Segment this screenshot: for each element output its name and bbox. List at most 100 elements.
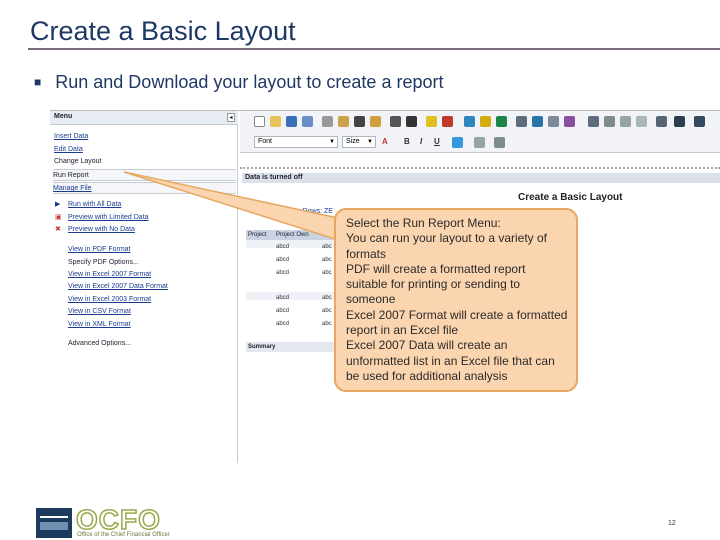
editor-toolbar: Font ▼ Size ▼ A B I U: [240, 111, 720, 153]
collapse-menu-icon[interactable]: ◂: [227, 113, 235, 122]
save-as-icon[interactable]: [302, 116, 313, 127]
font-select-value: Font: [258, 138, 273, 145]
chevron-down-icon: ▼: [367, 139, 373, 145]
preview-limited-data-link[interactable]: ▣ Preview with Limited Data: [55, 212, 248, 224]
menu-item-manage-file[interactable]: Manage File: [53, 182, 236, 194]
format-mask-icon[interactable]: [474, 137, 485, 148]
align-center-icon[interactable]: [604, 116, 615, 127]
table-cell: abc: [322, 270, 332, 276]
cut-icon[interactable]: [322, 116, 333, 127]
bullet-square-icon: ■: [34, 75, 42, 89]
table-cell: abcd: [276, 321, 290, 327]
run-all-data-link[interactable]: ▶ Run with All Data: [55, 199, 248, 211]
callout-line: Excel 2007 Data will create an unformatt…: [346, 338, 555, 383]
table-cell: abcd: [276, 270, 290, 276]
delete-icon[interactable]: [354, 116, 365, 127]
table-cell: abc: [322, 244, 332, 250]
ocfo-seal-logo: [36, 508, 72, 538]
callout-box: Select the Run Report Menu: You can run …: [334, 208, 578, 392]
sum-icon[interactable]: [480, 116, 491, 127]
ocfo-logo-subtitle: Office of the Chief Financial Officer: [77, 532, 170, 538]
table-cell: abc: [322, 321, 332, 327]
slide-title: Create a Basic Layout: [30, 16, 296, 46]
fill-color-icon[interactable]: [452, 137, 463, 148]
preview-limited-label: Preview with Limited Data: [68, 214, 149, 221]
properties-icon[interactable]: [674, 116, 685, 127]
undo-icon[interactable]: [370, 116, 381, 127]
preview-none-icon: ✖: [55, 226, 61, 233]
toolbar-row-main: [254, 116, 720, 130]
grid-icon[interactable]: [516, 116, 527, 127]
insert-table-icon[interactable]: [694, 116, 705, 127]
run-all-data-label: Run with All Data: [68, 201, 122, 208]
conditional-format-icon[interactable]: [494, 137, 505, 148]
menu-item-run-report[interactable]: Run Report: [53, 169, 236, 181]
redo-icon[interactable]: [390, 116, 401, 127]
group-icon[interactable]: [464, 116, 475, 127]
new-icon[interactable]: [254, 116, 265, 127]
size-select[interactable]: Size ▼: [342, 136, 376, 148]
preview-no-data-label: Preview with No Data: [68, 226, 135, 233]
callout-line: Excel 2007 Format will create a formatte…: [346, 307, 568, 338]
view-xml-link[interactable]: View in XML Format: [68, 319, 248, 331]
table-cell: abcd: [276, 295, 290, 301]
bullet-text: Run and Download your layout to create a…: [55, 72, 444, 92]
column-header: Project Own: [276, 232, 309, 238]
page-icon[interactable]: [564, 116, 575, 127]
toolbar-row-format: Font ▼ Size ▼ A B I U: [254, 136, 720, 150]
view-excel-2007-data-link[interactable]: View in Excel 2007 Data Format: [68, 281, 248, 293]
border-icon[interactable]: [656, 116, 667, 127]
layout-icon[interactable]: [548, 116, 559, 127]
menu-item-edit-data[interactable]: Edit Data: [54, 144, 234, 156]
filter-icon[interactable]: [426, 116, 437, 127]
suppression-text: Suppression on Rows: ZE: [252, 208, 333, 215]
table-cell: abcd: [276, 257, 290, 263]
italic-icon[interactable]: I: [420, 137, 422, 146]
preview-no-data-link[interactable]: ✖ Preview with No Data: [55, 224, 248, 236]
page-number: 12: [668, 520, 676, 527]
font-select[interactable]: Font ▼: [254, 136, 338, 148]
bold-icon[interactable]: B: [404, 137, 410, 146]
title-divider: [28, 48, 720, 50]
view-csv-link[interactable]: View in CSV Format: [68, 306, 248, 318]
chevron-down-icon: ▼: [329, 139, 335, 145]
open-icon[interactable]: [270, 116, 281, 127]
callout-line: Select the Run Report Menu:: [346, 216, 501, 230]
menu-panel: Menu ◂ Insert Data Edit Data Change Layo…: [50, 111, 238, 463]
table-header: Project Project Own: [246, 230, 336, 240]
bullet-point: ■ Run and Download your layout to create …: [34, 72, 443, 93]
column-header: Project: [248, 232, 267, 238]
size-select-value: Size: [346, 138, 360, 145]
table-cell: abcd: [276, 244, 290, 250]
menu-item-change-layout[interactable]: Change Layout: [54, 156, 234, 168]
view-excel-2007-link[interactable]: View in Excel 2007 Format: [68, 269, 248, 281]
advanced-options-link[interactable]: Advanced Options...: [68, 338, 248, 350]
distribute-icon[interactable]: [636, 116, 647, 127]
paste-icon[interactable]: [338, 116, 349, 127]
view-excel-2003-link[interactable]: View in Excel 2003 Format: [68, 294, 248, 306]
pivot-icon[interactable]: [532, 116, 543, 127]
align-left-icon[interactable]: [588, 116, 599, 127]
align-right-icon[interactable]: [620, 116, 631, 127]
table-cell: abc: [322, 308, 332, 314]
table-summary-row: Summary: [246, 342, 336, 352]
table-cell: abc: [322, 257, 332, 263]
forward-icon[interactable]: [406, 116, 417, 127]
underline-icon[interactable]: U: [434, 137, 440, 146]
sort-icon[interactable]: [442, 116, 453, 127]
play-icon: ▶: [55, 201, 61, 208]
save-icon[interactable]: [286, 116, 297, 127]
preview-limited-icon: ▣: [55, 214, 62, 221]
menu-header: Menu ◂: [50, 111, 238, 125]
menu-item-insert-data[interactable]: Insert Data: [54, 131, 234, 143]
page-divider: [240, 167, 720, 170]
font-color-icon[interactable]: A: [382, 137, 388, 146]
callout-line: PDF will create a formatted report suita…: [346, 261, 526, 307]
view-pdf-link[interactable]: View in PDF Format: [68, 244, 248, 256]
pdf-options-link[interactable]: Specify PDF Options...: [68, 257, 248, 269]
table-cell: abcd: [276, 308, 290, 314]
chart-icon[interactable]: [496, 116, 507, 127]
menu-header-label: Menu: [54, 113, 73, 120]
data-status-bar: Data is turned off: [242, 173, 720, 183]
report-title[interactable]: Create a Basic Layout: [518, 192, 623, 203]
